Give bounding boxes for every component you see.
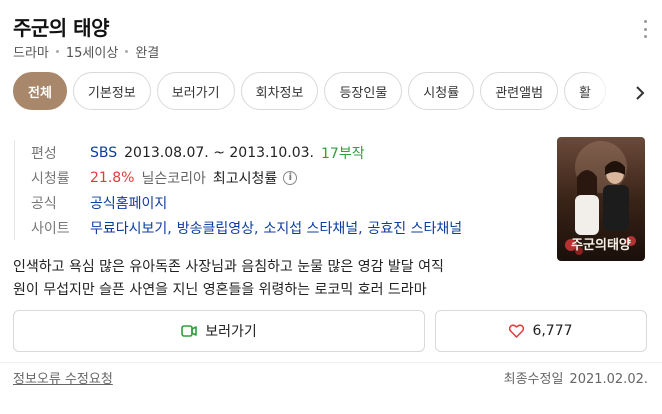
official-homepage-link[interactable]: 공식홈페이지 [90, 193, 167, 213]
meta-info: 드라마 15세이상 완결 [13, 42, 159, 61]
synopsis-line-2: 원이 무섭지만 슬픈 사연을 지닌 영혼들을 위령하는 로코믹 호러 드라마 [13, 282, 427, 298]
separator-dot [55, 50, 59, 53]
broadcast-label: 편성 [31, 145, 57, 162]
tab-all[interactable]: 전체 [13, 72, 67, 110]
info-block: 편성 SBS 2013.08.07. ~ 2013.10.03. 17부작 시청… [14, 140, 462, 240]
broadcast-row: 편성 SBS 2013.08.07. ~ 2013.10.03. 17부작 [31, 140, 462, 165]
tab-characters[interactable]: 등장인물 [324, 72, 403, 110]
synopsis-line-1: 인색하고 욕심 많은 유아독존 사장님과 음침하고 눈물 많은 영감 발달 여직 [13, 259, 444, 275]
chevron-right-icon[interactable] [630, 82, 650, 104]
heart-icon [509, 324, 525, 338]
age-rating: 15세이상 [65, 46, 119, 61]
clip-video-link[interactable]: 방송클립영상, [177, 218, 259, 238]
watch-button[interactable]: 보러가기 [13, 310, 425, 352]
viewership-row: 시청률 21.8% 닐슨코리아 최고시청률 i [31, 165, 462, 190]
like-button[interactable]: 6,777 [435, 310, 647, 352]
sites-label: 사이트 [31, 220, 70, 237]
watch-label: 보러가기 [205, 324, 257, 340]
tab-albums[interactable]: 관련앨범 [480, 72, 559, 110]
episodes-link[interactable]: 17부작 [321, 143, 365, 163]
page-title: 주군의 태양 [13, 16, 109, 40]
info-icon[interactable]: i [283, 170, 298, 185]
tab-basic-info[interactable]: 기본정보 [72, 72, 151, 110]
separator-dot [125, 50, 129, 53]
official-label: 공식 [31, 195, 57, 212]
poster-caption: 주군의태양 [571, 237, 631, 253]
air-status: 완결 [135, 46, 160, 61]
gong-hyojin-channel-link[interactable]: 공효진 스타채널 [368, 218, 463, 238]
like-count: 6,777 [532, 323, 573, 339]
modified-label: 최종수정일 [503, 372, 564, 387]
sites-row: 사이트 무료다시보기, 방송클립영상, 소지섭 스타채널, 공효진 스타채널 [31, 215, 462, 240]
genre: 드라마 [13, 46, 49, 61]
tab-ratings[interactable]: 시청률 [408, 72, 475, 110]
official-row: 공식 공식홈페이지 [31, 190, 462, 215]
viewership-source: 닐슨코리아 [141, 170, 206, 187]
viewership-value: 21.8% [90, 169, 135, 186]
broadcast-period: 2013.08.07. ~ 2013.10.03. [124, 144, 314, 161]
modified-date: 2021.02.02. [569, 372, 648, 387]
synopsis: 인색하고 욕심 많은 유아독존 사장님과 음침하고 눈물 많은 영감 발달 여직… [13, 256, 548, 302]
tab-watch[interactable]: 보러가기 [156, 72, 235, 110]
tab-episodes[interactable]: 회차정보 [240, 72, 319, 110]
tabs-fade [585, 72, 630, 112]
footer-divider [0, 362, 662, 363]
free-replay-link[interactable]: 무료다시보기, [90, 218, 172, 238]
tab-bar: 전체 기본정보 보러가기 회차정보 등장인물 시청률 관련앨범 활 [13, 72, 625, 112]
last-modified: 최종수정일 2021.02.02. [504, 368, 648, 387]
report-error-link[interactable]: 정보오류 수정요청 [13, 368, 113, 387]
viewership-label: 시청률 [31, 170, 70, 187]
poster-image[interactable]: 주군의태양 [557, 137, 645, 261]
more-vertical-icon[interactable] [642, 20, 648, 38]
viewership-note: 최고시청률 [212, 170, 278, 187]
channel-link[interactable]: SBS [90, 145, 117, 161]
so-jisub-channel-link[interactable]: 소지섭 스타채널, [263, 218, 362, 238]
video-icon [181, 325, 198, 337]
